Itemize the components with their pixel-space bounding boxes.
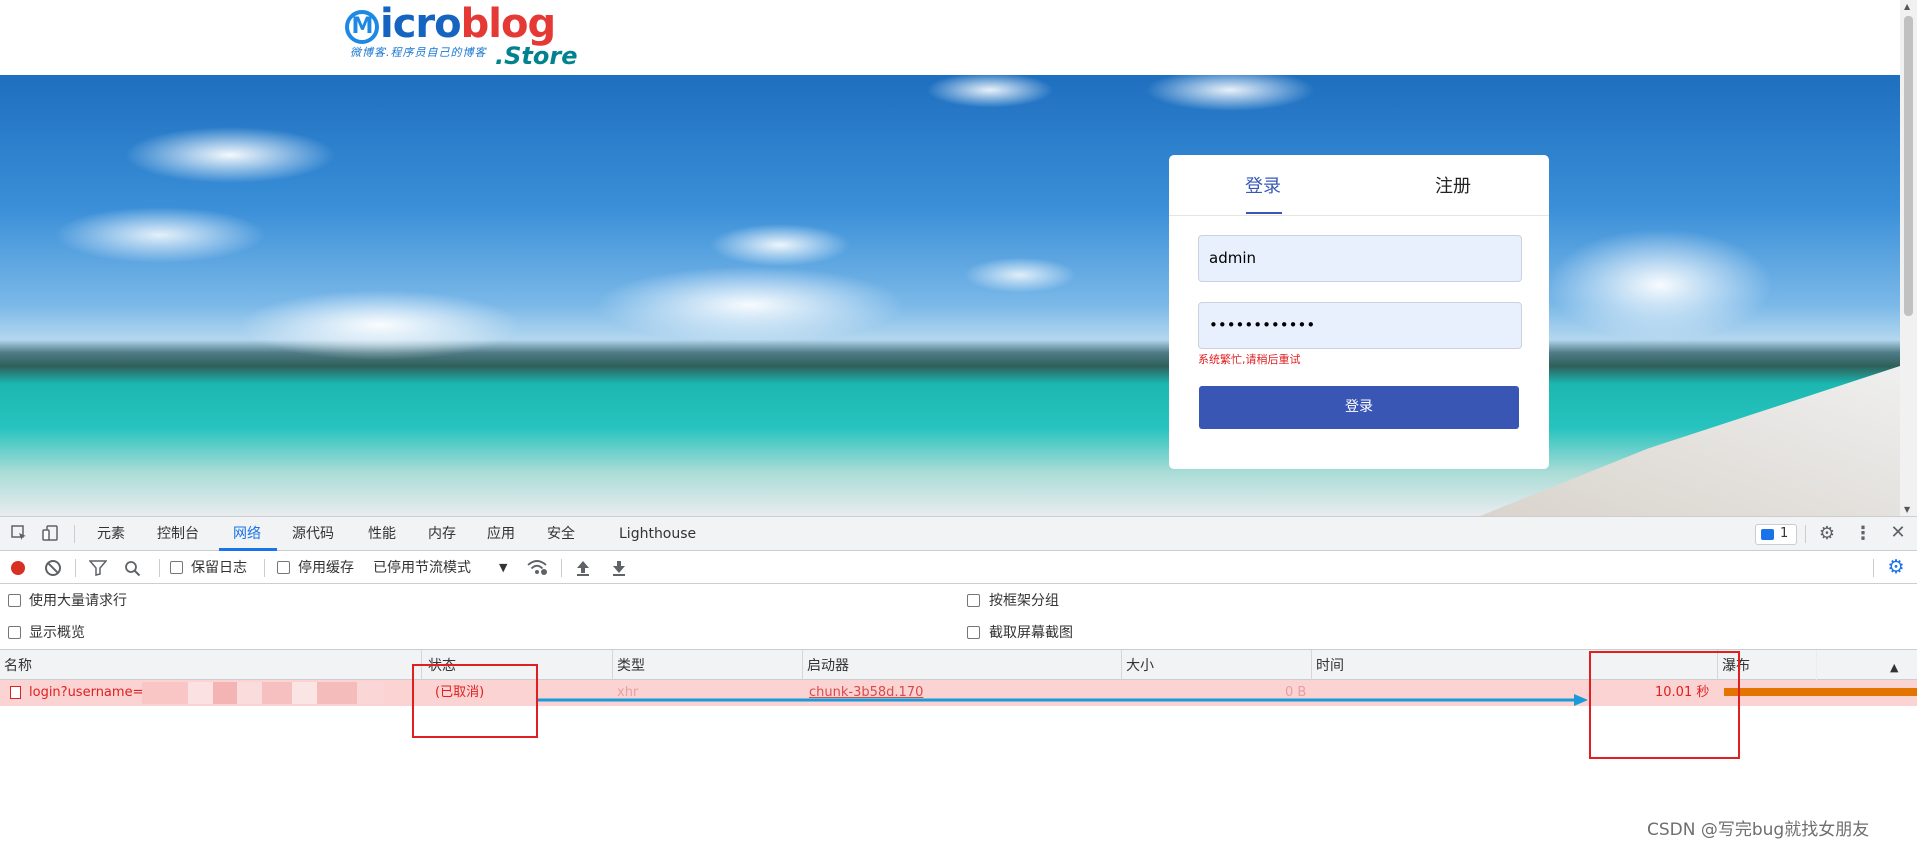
redacted-block: [317, 682, 357, 704]
issues-badge[interactable]: 1: [1755, 524, 1797, 545]
more-icon[interactable]: ⋮: [1852, 524, 1874, 544]
login-card: 登录 注册 admin •••••••••••• 系统繁忙,请稍后重试 登录: [1169, 155, 1549, 469]
scroll-up-icon[interactable]: ▲: [1904, 2, 1910, 11]
col-initiator[interactable]: 启动器: [807, 657, 849, 675]
redacted-block: [357, 682, 384, 704]
login-button[interactable]: 登录: [1199, 386, 1519, 429]
tab-elements[interactable]: 元素: [97, 525, 125, 543]
large-rows-label: 使用大量请求行: [29, 593, 127, 609]
error-message: 系统繁忙,请稍后重试: [1198, 353, 1301, 366]
col-name[interactable]: 名称: [4, 657, 32, 675]
waterfall-bar: [1724, 688, 1917, 696]
download-icon[interactable]: [611, 559, 627, 581]
issues-count: 1: [1780, 526, 1789, 541]
tab-performance[interactable]: 性能: [368, 525, 396, 543]
sort-icon[interactable]: ▲: [1890, 659, 1898, 677]
separator: [561, 559, 562, 577]
gear-icon[interactable]: ⚙: [1816, 524, 1838, 544]
scrollbar-thumb[interactable]: [1904, 16, 1913, 316]
logo-m-icon: M: [345, 10, 379, 44]
annotation-box-time: [1589, 651, 1740, 759]
capture-screenshots-label: 截取屏幕截图: [989, 625, 1073, 641]
tab-security[interactable]: 安全: [547, 525, 575, 543]
separator: [1805, 525, 1806, 543]
clear-icon[interactable]: [45, 560, 61, 576]
redacted-block: [213, 682, 237, 704]
page-scrollbar[interactable]: ▲ ▼: [1900, 0, 1917, 516]
inspect-icon[interactable]: [8, 524, 30, 547]
file-icon: [10, 686, 21, 699]
show-overview-label: 显示概览: [29, 625, 85, 641]
request-name[interactable]: login?username=: [29, 684, 143, 702]
hero-background: [0, 75, 1900, 516]
redacted-block: [237, 682, 262, 704]
separator: [74, 525, 75, 543]
logo-text-red: blog: [460, 1, 556, 47]
col-time[interactable]: 时间: [1316, 657, 1344, 675]
chevron-down-icon[interactable]: ▼: [499, 559, 507, 577]
redacted-block: [142, 682, 188, 704]
tab-application[interactable]: 应用: [487, 525, 515, 543]
tab-sources[interactable]: 源代码: [292, 525, 334, 543]
annotation-box-status: [412, 664, 538, 738]
site-header: Microblog 微博客.程序员自己的博客 .Store: [0, 0, 1900, 75]
redacted-block: [262, 682, 292, 704]
login-tabs: 登录 注册: [1169, 155, 1549, 216]
tab-login[interactable]: 登录: [1245, 175, 1281, 199]
filter-icon[interactable]: [88, 560, 108, 580]
issues-icon: [1761, 529, 1774, 540]
group-by-frame-label: 按框架分组: [989, 593, 1059, 609]
tab-register[interactable]: 注册: [1435, 175, 1471, 199]
devtools-tabbar: 元素 控制台 网络 源代码 性能 内存 应用 安全 Lighthouse 1 ⚙…: [0, 517, 1917, 551]
tab-memory[interactable]: 内存: [428, 525, 456, 543]
redacted-block: [292, 682, 317, 704]
logo-suffix: .Store: [495, 42, 578, 70]
logo-text-blue: icro: [380, 1, 462, 47]
disable-cache-checkbox[interactable]: [277, 561, 290, 574]
scroll-down-icon[interactable]: ▼: [1904, 505, 1910, 514]
separator: [1873, 559, 1874, 577]
capture-screenshots-checkbox[interactable]: [967, 626, 980, 639]
network-options: 使用大量请求行 按框架分组 显示概览 截取屏幕截图: [0, 584, 1917, 650]
upload-icon[interactable]: [575, 559, 591, 581]
group-by-frame-checkbox[interactable]: [967, 594, 980, 607]
tab-lighthouse[interactable]: Lighthouse: [619, 525, 696, 543]
throttling-select[interactable]: 已停用节流模式: [373, 559, 471, 577]
device-icon[interactable]: [40, 524, 62, 547]
search-icon[interactable]: [124, 560, 141, 581]
username-input[interactable]: admin: [1198, 235, 1522, 282]
tab-network[interactable]: 网络: [233, 525, 261, 543]
separator: [75, 559, 76, 577]
tab-login-underline: [1246, 212, 1282, 214]
wifi-icon[interactable]: [527, 559, 549, 581]
separator: [264, 559, 265, 577]
settings-icon[interactable]: ⚙: [1885, 557, 1907, 577]
logo-tagline: 微博客.程序员自己的博客: [350, 46, 487, 59]
web-page: Microblog 微博客.程序员自己的博客 .Store 登录 注册 admi…: [0, 0, 1900, 516]
col-type[interactable]: 类型: [617, 657, 645, 675]
record-icon[interactable]: [11, 561, 25, 575]
show-overview-checkbox[interactable]: [8, 626, 21, 639]
col-size[interactable]: 大小: [1126, 657, 1154, 675]
disable-cache-label: 停用缓存: [298, 560, 354, 576]
preserve-log-label: 保留日志: [191, 560, 247, 576]
network-toolbar: 保留日志 停用缓存 已停用节流模式 ▼ ⚙: [0, 551, 1917, 584]
close-icon[interactable]: ✕: [1887, 523, 1909, 543]
tab-console[interactable]: 控制台: [157, 525, 199, 543]
annotation-arrow: [538, 694, 1588, 706]
site-logo[interactable]: Microblog 微博客.程序员自己的博客 .Store: [345, 2, 585, 72]
watermark: CSDN @写完bug就找女朋友: [1647, 820, 1870, 840]
large-rows-checkbox[interactable]: [8, 594, 21, 607]
password-input[interactable]: ••••••••••••: [1198, 302, 1522, 349]
redacted-block: [188, 682, 213, 704]
separator: [159, 559, 160, 577]
preserve-log-checkbox[interactable]: [170, 561, 183, 574]
